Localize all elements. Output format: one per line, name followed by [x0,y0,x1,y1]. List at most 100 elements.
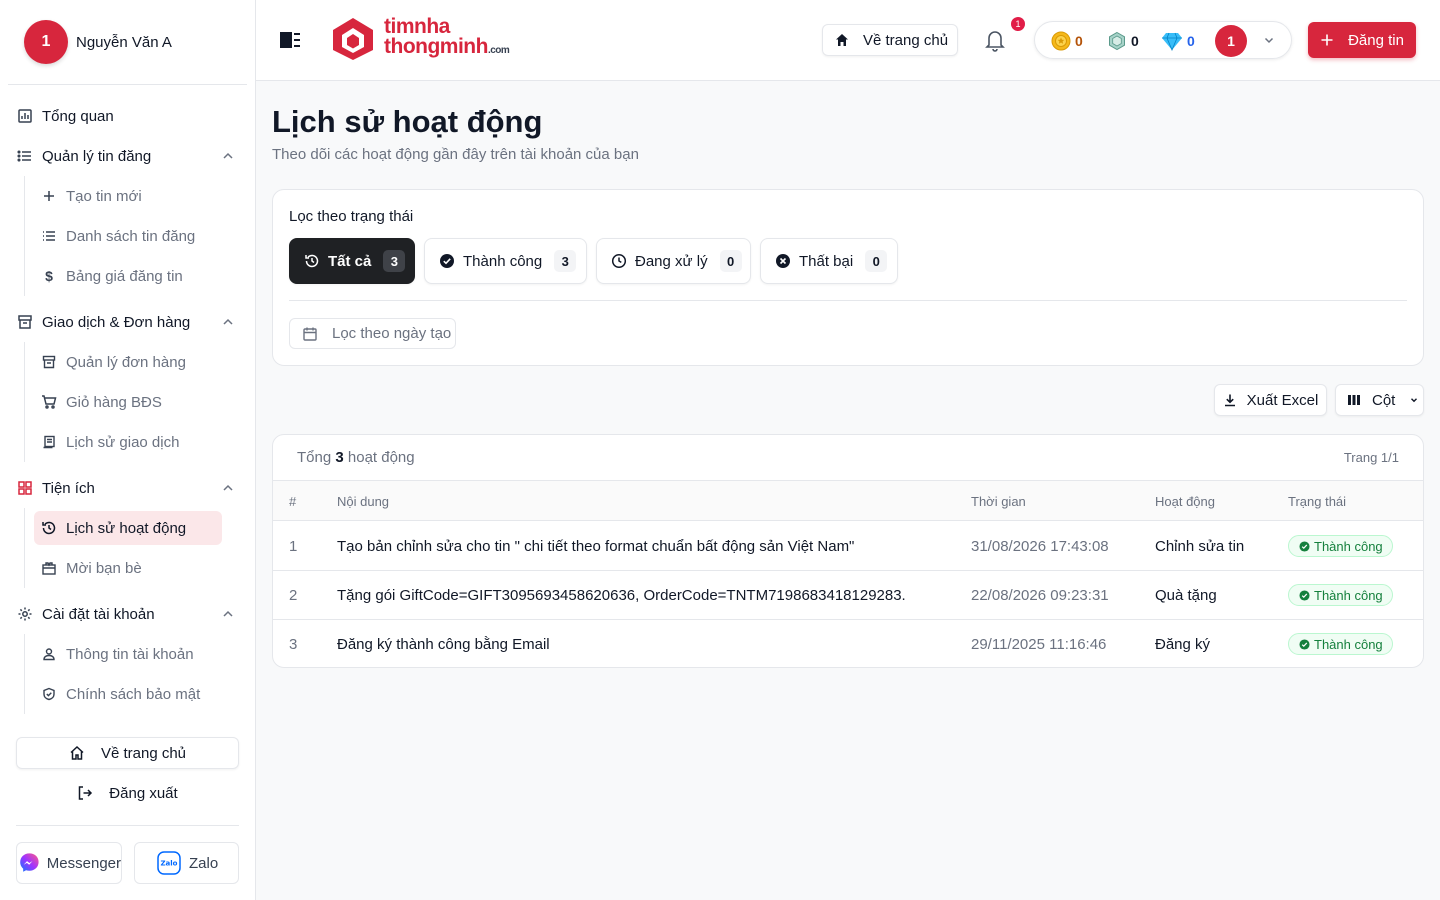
chevron-down-icon[interactable] [1262,33,1276,47]
row-action: Đăng ký [1155,636,1211,653]
nav-overview[interactable]: Tổng quan [16,100,240,132]
filter-chip-all[interactable]: Tất cả 3 [289,238,415,284]
total-prefix: Tổng [297,449,332,466]
page-indicator: Trang 1/1 [1343,450,1399,465]
sidebar-item-invite-friends[interactable]: Mời bạn bè [34,551,222,585]
sidebar-item-cart[interactable]: Giỏ hàng BĐS [34,385,222,419]
point-count: 0 [1131,33,1139,49]
sidebar-item-post-list[interactable]: Danh sách tin đăng [34,219,222,253]
table-row[interactable]: 3 Đăng ký thành công bằng Email 29/11/20… [273,620,1423,667]
export-excel-button[interactable]: Xuất Excel [1214,384,1327,416]
filter-chip-processing[interactable]: Đang xử lý 0 [596,238,751,284]
column-header-status: Trạng thái [1288,494,1347,509]
status-filter-panel: Lọc theo trạng thái Tất cả 3 Thành công … [272,189,1424,366]
nav-group-posts-label: Quản lý tin đăng [42,147,152,165]
logo-text-line1: timnha [384,15,450,38]
cart-icon [40,393,58,411]
table-row[interactable]: 1 Tạo bản chỉnh sửa cho tin " chi tiết t… [273,522,1423,571]
shield-check-icon [40,685,58,703]
column-header-index: # [289,494,297,509]
status-badge: Thành công [1288,633,1393,655]
column-header-content: Nội dung [337,494,390,509]
check-circle-icon [1299,589,1310,601]
table-header: # Nội dung Thời gian Hoạt động Trạng thá… [273,480,1423,521]
user-icon [40,645,58,663]
filter-chip-failed[interactable]: Thất bại 0 [760,238,898,284]
logo-suffix: .com [487,45,510,56]
table-row[interactable]: 2 Tặng gói GiftCode=GIFT3095693458620636… [273,571,1423,620]
site-logo[interactable]: timnha thongminh.com [330,15,510,62]
status-badge: Thành công [1288,584,1393,606]
row-action: Chỉnh sửa tin [1155,538,1245,555]
export-excel-label: Xuất Excel [1246,391,1319,409]
header-home-button[interactable]: Về trang chủ [822,24,958,56]
nav-group-orders[interactable]: Giao dịch & Đơn hàng [16,306,240,338]
sidebar-item-privacy[interactable]: Chính sách bảo mật [34,677,222,711]
sidebar-item-create-post[interactable]: Tạo tin mới [34,179,222,213]
diamond-balance: 0 [1161,31,1195,51]
sidebar-item-label: Danh sách tin đăng [66,227,196,245]
nav-group-utilities[interactable]: Tiện ích [16,472,240,504]
filter-chip-count: 0 [865,250,888,272]
check-circle-icon [439,253,455,269]
nav-overview-label: Tổng quan [42,107,114,125]
messenger-button[interactable]: Messenger [16,842,122,884]
sidebar-item-label: Tạo tin mới [66,187,142,205]
post-listing-label: Đăng tin [1348,31,1404,49]
coin-balance: 0 [1051,31,1083,51]
zalo-icon: Zalo [157,851,181,875]
sidebar-item-price-list[interactable]: $ Bảng giá đăng tin [34,259,222,293]
columns-icon [1348,395,1360,405]
post-listing-button[interactable]: Đăng tin [1308,22,1416,58]
check-circle-icon [1299,638,1310,650]
total-suffix: hoạt động [347,449,415,466]
history-icon [40,519,58,537]
wallet-summary[interactable]: 0 0 0 1 [1034,21,1292,59]
messenger-label: Messenger [46,854,121,872]
svg-text:Zalo: Zalo [160,860,177,868]
columns-button[interactable]: Cột [1335,384,1424,416]
archive-icon [16,313,34,331]
nav-group-account[interactable]: Cài đặt tài khoản [16,598,240,630]
nav-group-posts[interactable]: Quản lý tin đăng [16,140,240,172]
user-avatar[interactable]: 1 [24,20,68,64]
sidebar-item-label: Lịch sử hoạt động [66,519,187,537]
messenger-icon [20,853,39,872]
diamond-count: 0 [1187,33,1195,49]
sidebar-item-label: Quản lý đơn hàng [66,353,186,371]
history-icon [304,253,320,269]
header-avatar[interactable]: 1 [1215,25,1247,57]
logout-button[interactable]: Đăng xuất [16,777,239,809]
filter-chip-label: Tất cả [328,252,372,270]
status-badge-label: Thành công [1314,636,1383,652]
sidebar-item-activity-history[interactable]: Lịch sử hoạt động [34,511,222,545]
row-index: 3 [289,636,298,653]
sidebar-item-orders[interactable]: Quản lý đơn hàng [34,345,222,379]
filter-chip-count: 3 [383,250,406,272]
filter-chip-count: 0 [719,250,742,272]
user-name: Nguyễn Văn A [76,33,172,51]
sidebar-item-label: Bảng giá đăng tin [66,267,183,285]
archive-icon [40,353,58,371]
filter-chip-success[interactable]: Thành công 3 [424,238,587,284]
download-icon [1224,394,1235,407]
sidebar-home-button[interactable]: Về trang chủ [16,737,239,769]
nav-group-orders-label: Giao dịch & Đơn hàng [42,313,191,331]
zalo-button[interactable]: Zalo Zalo [134,842,239,884]
dollar-icon: $ [45,268,53,284]
user-profile[interactable]: 1 Nguyễn Văn A [8,0,247,85]
row-time: 29/11/2025 11:16:46 [971,636,1107,653]
bell-icon[interactable] [984,28,1006,52]
table-total: Tổng 3 hoạt động [297,449,415,466]
sidebar-item-account-info[interactable]: Thông tin tài khoản [34,637,222,671]
sidebar-item-label: Lịch sử giao dịch [66,433,180,451]
page-subtitle: Theo dõi các hoạt động gần đây trên tài … [272,146,639,163]
chevron-up-icon [223,152,233,159]
logout-label: Đăng xuất [109,784,178,802]
date-filter-input[interactable]: Lọc theo ngày tạo [289,318,456,349]
sidebar-item-transactions[interactable]: Lịch sử giao dịch [34,425,222,459]
calendar-icon [303,327,317,341]
sidebar-toggle-icon[interactable] [280,32,300,48]
nav-group-account-label: Cài đặt tài khoản [42,605,155,623]
column-header-time: Thời gian [971,494,1026,509]
